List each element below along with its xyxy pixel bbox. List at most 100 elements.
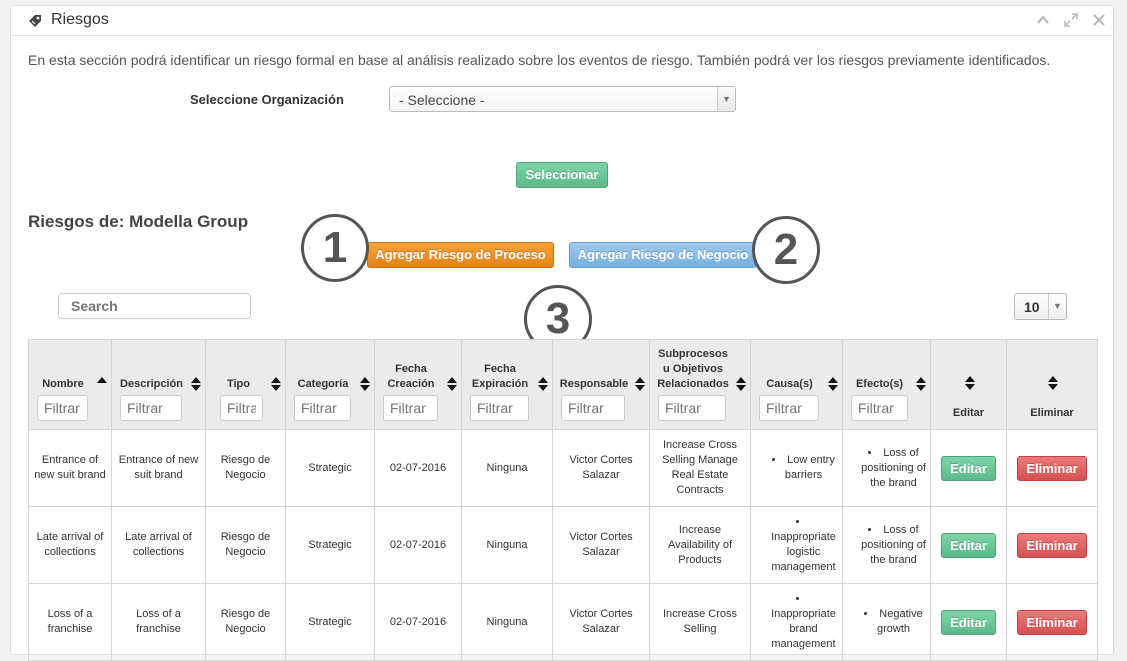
org-select-value: - Seleccione -	[399, 92, 485, 108]
expand-icon[interactable]	[1063, 12, 1079, 28]
col-responsable[interactable]: Responsable	[552, 339, 650, 430]
cell-editar: Editar	[930, 429, 1007, 507]
col-label: Responsable	[559, 378, 629, 390]
filter-input[interactable]	[851, 395, 908, 421]
sort-icon[interactable]	[635, 377, 645, 392]
cell-subprocesos: Increase Cross Selling Manage Real Estat…	[649, 429, 751, 507]
col-label: Subprocesos u Objetivos Relacionados	[657, 348, 729, 390]
sort-icon[interactable]	[1048, 376, 1058, 391]
cell-editar: Editar	[930, 506, 1007, 584]
delete-button[interactable]: Eliminar	[1017, 609, 1087, 635]
col-label: Tipo	[226, 378, 250, 390]
col-label: Eliminar	[1030, 407, 1074, 419]
filter-input[interactable]	[759, 395, 819, 421]
sort-icon[interactable]	[964, 376, 975, 391]
col-tipo[interactable]: Tipo	[205, 339, 286, 430]
section-title: Riesgos de: Modella Group	[28, 212, 249, 231]
cell-categoria: Strategic	[285, 506, 375, 584]
cell-fecha-expiracion: Ninguna	[461, 506, 553, 584]
sort-asc-icon[interactable]	[97, 377, 107, 392]
col-efectos[interactable]: Efecto(s)	[842, 339, 931, 430]
edit-button[interactable]: Editar	[941, 455, 996, 481]
effect-item: Negative growth	[861, 607, 926, 637]
cell-eliminar: Eliminar	[1006, 429, 1098, 507]
filter-input[interactable]	[294, 395, 351, 421]
col-label: Categoría	[297, 378, 349, 390]
col-subprocesos[interactable]: Subprocesos u Objetivos Relacionados	[649, 339, 751, 430]
edit-button[interactable]: Editar	[941, 609, 996, 635]
col-descripcion[interactable]: Descripción	[111, 339, 206, 430]
col-nombre[interactable]: Nombre	[28, 339, 112, 430]
cell-efecto: Loss of positioning of the brand	[842, 506, 931, 584]
chevron-down-icon: ▼	[1048, 294, 1066, 319]
chevron-down-icon: ▼	[717, 87, 735, 111]
cause-item: Low entry barriers	[769, 453, 838, 483]
search-input[interactable]	[58, 293, 251, 319]
filter-input[interactable]	[37, 395, 88, 421]
cell-responsable: Victor Cortes Salazar	[552, 429, 650, 507]
sort-icon[interactable]	[360, 377, 370, 392]
effect-item: Loss of positioning of the brand	[861, 446, 926, 491]
intro-text: En esta sección podrá identificar un rie…	[28, 52, 1051, 68]
delete-button[interactable]: Eliminar	[1017, 532, 1087, 558]
panel-title: Riesgos	[51, 11, 109, 28]
col-categoria[interactable]: Categoría	[285, 339, 375, 430]
sort-icon[interactable]	[736, 377, 746, 392]
col-label: Efecto(s)	[855, 378, 904, 390]
page-size-value: 10	[1024, 299, 1040, 315]
risks-panel: Riesgos En esta sección podrá identifica…	[10, 5, 1114, 661]
table-row: Late arrival of collections Late arrival…	[28, 506, 1098, 584]
cell-descripcion: Late arrival of collections	[111, 506, 206, 584]
filter-input[interactable]	[383, 395, 438, 421]
callout-1: 1	[301, 214, 369, 282]
select-button[interactable]: Seleccionar	[516, 162, 608, 188]
add-business-risk-button[interactable]: Agregar Riesgo de Negocio	[569, 242, 757, 268]
col-label: Fecha Creación	[387, 363, 435, 390]
sort-icon[interactable]	[447, 377, 457, 392]
filter-input[interactable]	[561, 395, 625, 421]
col-editar[interactable]: Editar	[930, 339, 1007, 430]
filter-input[interactable]	[220, 395, 263, 421]
col-label: Fecha Expiración	[471, 363, 529, 390]
col-fecha-creacion[interactable]: Fecha Creación	[374, 339, 462, 430]
col-label: Descripción	[120, 378, 183, 390]
add-process-risk-button[interactable]: Agregar Riesgo de Proceso	[367, 242, 554, 268]
cell-causa: Inappropriate logistic management	[750, 506, 843, 584]
filter-input[interactable]	[120, 395, 182, 421]
cell-causa: Low entry barriers	[750, 429, 843, 507]
cell-nombre: Late arrival of collections	[28, 506, 112, 584]
cell-categoria: Strategic	[285, 429, 375, 507]
page-size-select[interactable]: 10 ▼	[1014, 293, 1067, 320]
org-select[interactable]: - Seleccione - ▼	[389, 86, 736, 112]
collapse-icon[interactable]	[1035, 12, 1051, 28]
cause-item: Inappropriate brand management	[769, 592, 838, 652]
cell-responsable: Victor Cortes Salazar	[552, 506, 650, 584]
sort-icon[interactable]	[538, 377, 548, 392]
col-causas[interactable]: Causa(s)	[750, 339, 843, 430]
sort-icon[interactable]	[916, 377, 926, 392]
cell-eliminar: Eliminar	[1006, 506, 1098, 584]
risks-table: Nombre Descripción Tipo Categoría	[28, 339, 1098, 661]
delete-button[interactable]: Eliminar	[1017, 455, 1087, 481]
close-icon[interactable]	[1091, 12, 1107, 28]
cell-subprocesos: Increase Availability of Products	[649, 506, 751, 584]
panel-header: Riesgos	[11, 6, 1113, 36]
effect-item: Loss of positioning of the brand	[861, 523, 926, 568]
col-fecha-expiracion[interactable]: Fecha Expiración	[461, 339, 553, 430]
cell-tipo: Riesgo de Negocio	[205, 429, 286, 507]
edit-button[interactable]: Editar	[941, 532, 996, 558]
cell-fecha-creacion: 02-07-2016	[374, 506, 462, 584]
org-label: Seleccione Organización	[190, 92, 344, 107]
filter-input[interactable]	[470, 395, 529, 421]
col-eliminar[interactable]: Eliminar	[1006, 339, 1098, 430]
cell-nombre: Entrance of new suit brand	[28, 429, 112, 507]
sort-icon[interactable]	[271, 377, 281, 392]
sort-icon[interactable]	[191, 377, 201, 392]
callout-2: 2	[752, 216, 820, 284]
tag-icon	[26, 12, 44, 30]
sort-icon[interactable]	[828, 377, 838, 392]
cell-fecha-creacion: 02-07-2016	[374, 429, 462, 507]
filter-input[interactable]	[658, 395, 726, 421]
cell-tipo: Riesgo de Negocio	[205, 506, 286, 584]
table-header-row: Nombre Descripción Tipo Categoría	[28, 339, 1098, 430]
